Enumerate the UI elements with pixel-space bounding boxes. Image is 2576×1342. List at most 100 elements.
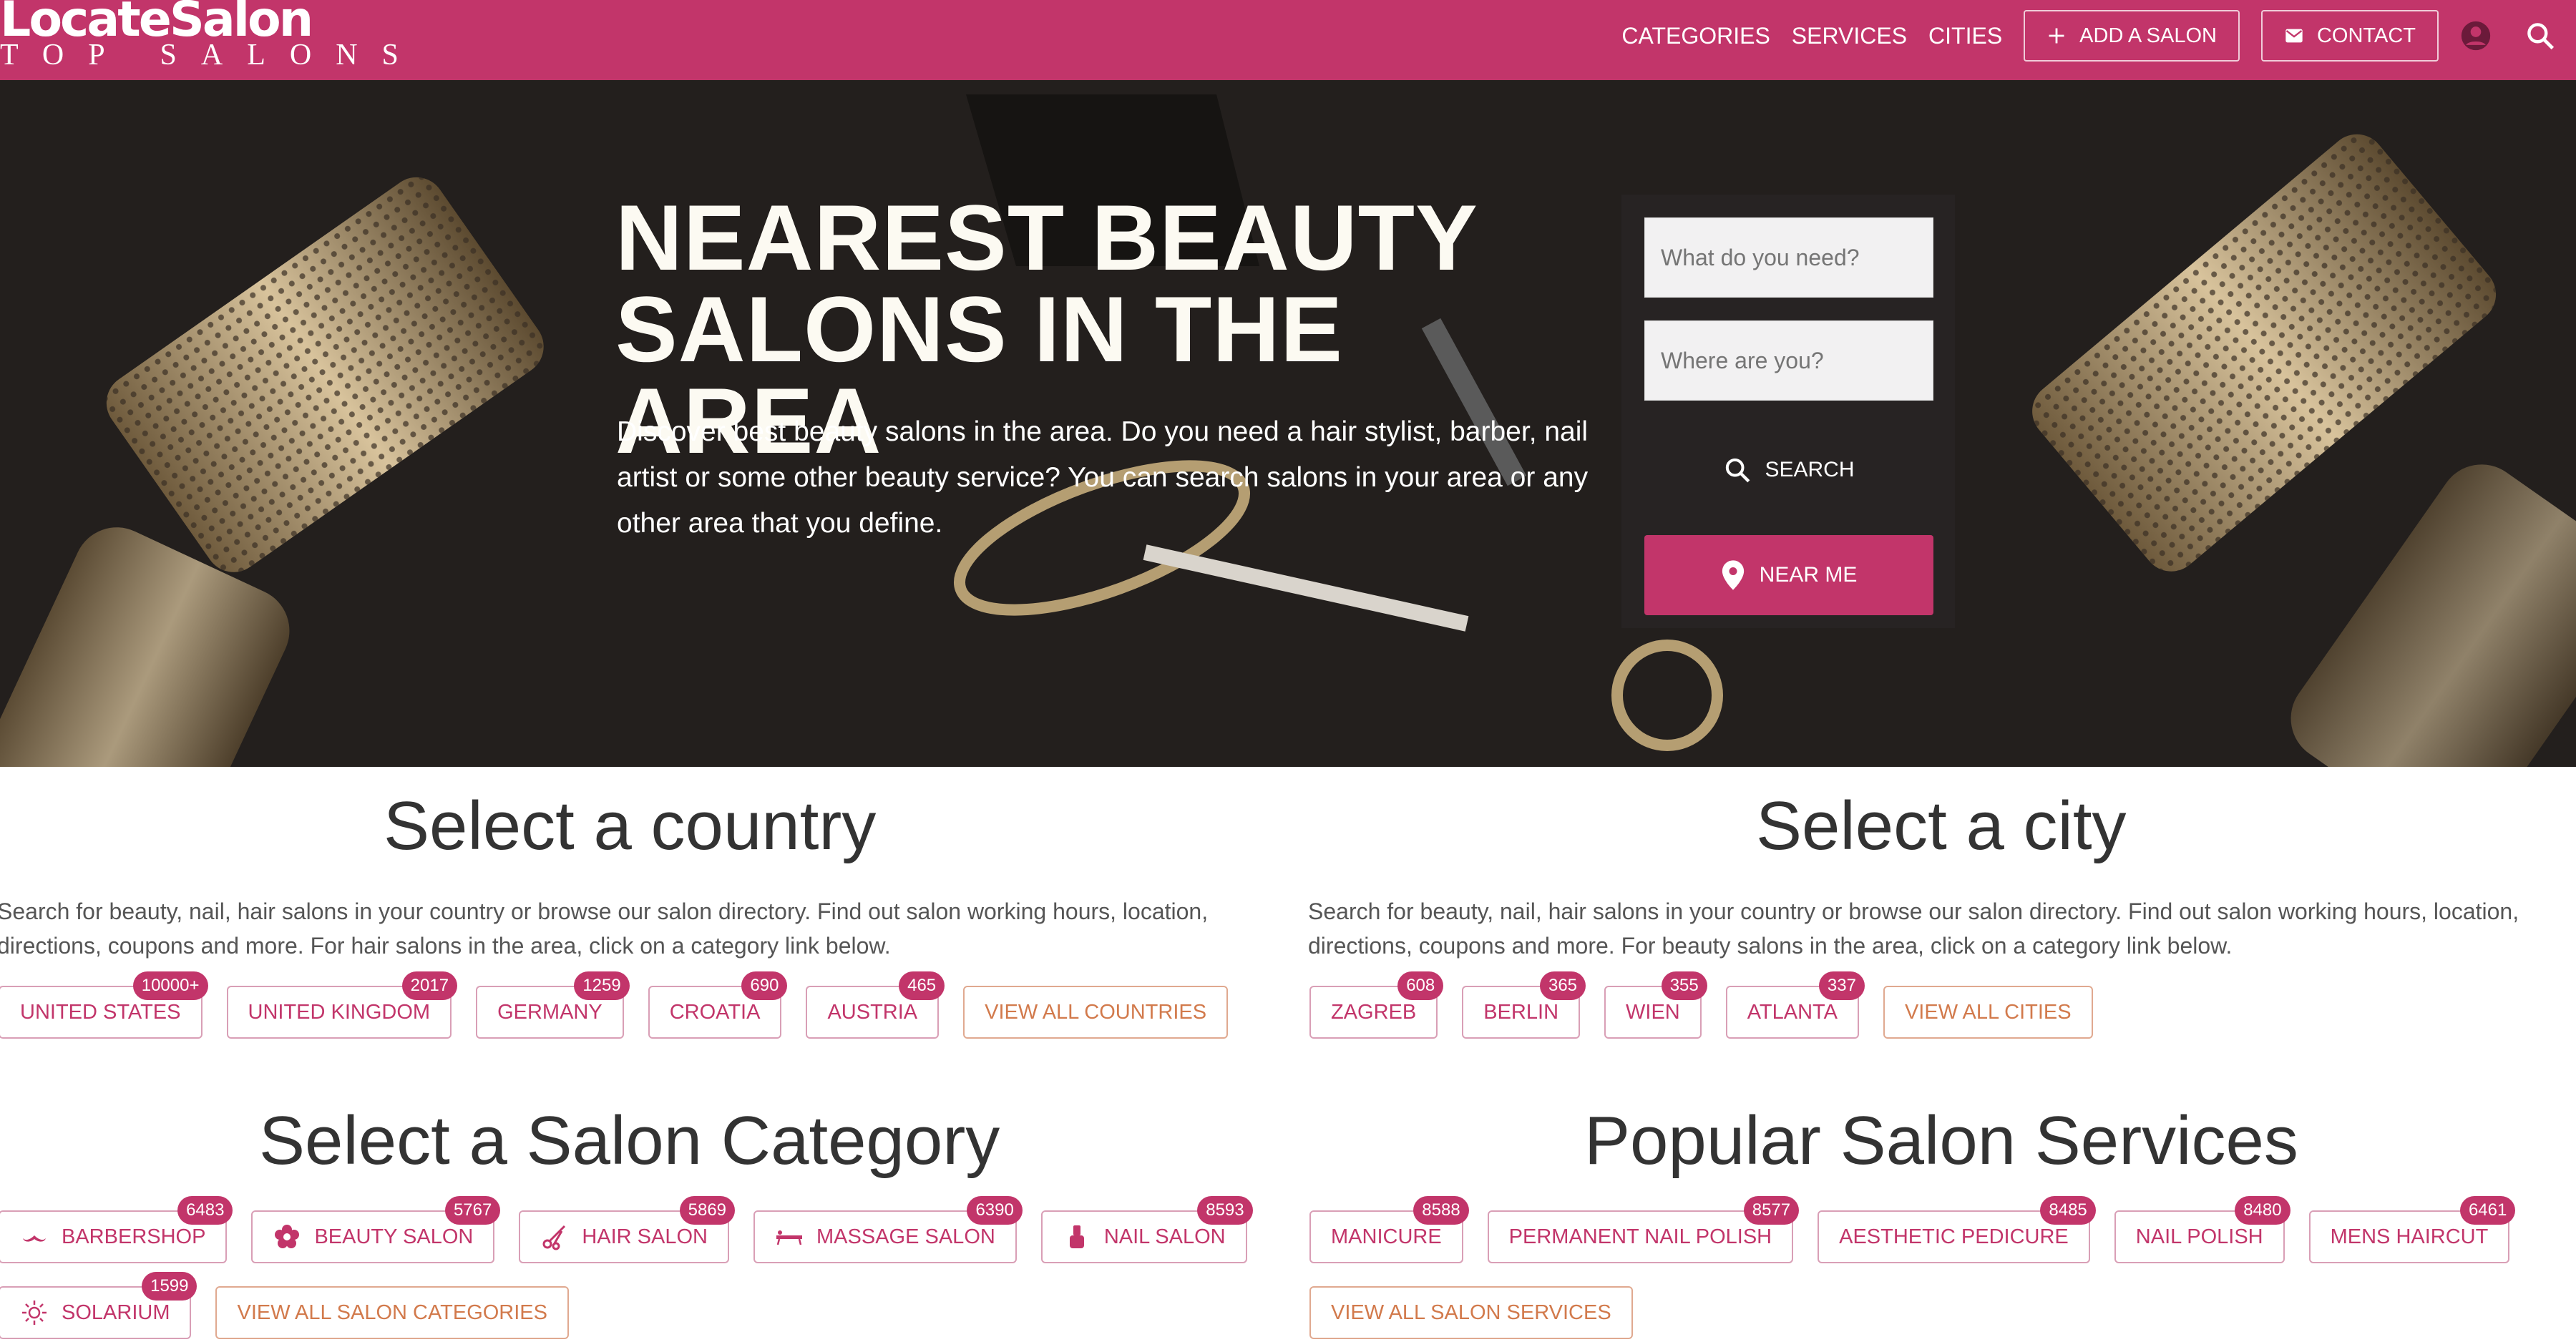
nav-cities[interactable]: CITIES	[1928, 23, 2002, 49]
search-icon	[1726, 458, 1750, 483]
service-chip-nail-polish[interactable]: NAIL POLISH 8480	[2114, 1196, 2290, 1263]
chip-label: ATLANTA	[1747, 1000, 1838, 1024]
where-input[interactable]	[1644, 320, 1933, 401]
country-section-description: Search for beauty, nail, hair salons in …	[0, 898, 1209, 959]
site-logo[interactable]: LocateSalon TOP SALONS	[0, 0, 423, 70]
view-all-categories-button[interactable]: VIEW ALL SALON CATEGORIES	[215, 1286, 569, 1339]
category-chip-list: BARBERSHOP 6483 BEAUTY SALON 5767 HAIR SAL…	[0, 1196, 1272, 1263]
chip-label: AUSTRIA	[827, 1000, 918, 1024]
country-chip-croatia[interactable]: CROATIA 690	[648, 971, 788, 1039]
category-chip-massage-salon[interactable]: MASSAGE SALON 6390	[753, 1196, 1023, 1263]
search-button[interactable]: SEARCH	[1644, 431, 1933, 509]
chip-label: PERMANENT NAIL POLISH	[1508, 1225, 1772, 1248]
country-chip-united-kingdom[interactable]: UNITED KINGDOM 2017	[226, 971, 458, 1039]
count-badge: 8577	[1743, 1196, 1800, 1225]
chip-label: AESTHETIC PEDICURE	[1839, 1225, 2069, 1248]
count-badge: 2017	[401, 971, 458, 1000]
chip-label: BERLIN	[1483, 1000, 1559, 1024]
count-badge: 365	[1539, 971, 1586, 1000]
chip-label: WIEN	[1626, 1000, 1680, 1024]
top-navbar: LocateSalon TOP SALONS CATEGORIES SERVIC…	[0, 0, 2576, 80]
count-badge: 8588	[1413, 1196, 1469, 1225]
hero-description: Discover best beauty salons in the area.…	[617, 416, 1589, 539]
add-salon-label: ADD A SALON	[2079, 24, 2217, 47]
count-badge: 8485	[2040, 1196, 2096, 1225]
city-section-title: Select a city	[1756, 788, 2127, 864]
chip-label: GERMANY	[497, 1000, 602, 1024]
country-chip-germany[interactable]: GERMANY 1259	[476, 971, 630, 1039]
flower-icon	[275, 1225, 300, 1248]
contact-label: CONTACT	[2316, 24, 2416, 47]
sun-icon	[22, 1301, 47, 1325]
count-badge: 337	[1818, 971, 1865, 1000]
mail-icon	[2285, 29, 2303, 43]
category-section-title: Select a Salon Category	[259, 1102, 1000, 1179]
account-button[interactable]	[2460, 20, 2492, 52]
chip-label: MASSAGE SALON	[816, 1225, 995, 1248]
count-badge: 1259	[574, 971, 630, 1000]
scissors-icon	[542, 1225, 566, 1250]
count-badge: 10000+	[132, 971, 208, 1000]
chip-label: UNITED KINGDOM	[248, 1000, 431, 1024]
category-chip-list-row2: SOLARIUM 1599 VIEW ALL SALON CATEGORIES	[0, 1272, 593, 1339]
service-chip-manicure[interactable]: MANICURE 8588	[1309, 1196, 1469, 1263]
search-label: SEARCH	[1765, 458, 1855, 481]
nav-search-button[interactable]	[2524, 20, 2556, 52]
nav-services[interactable]: SERVICES	[1792, 23, 1907, 49]
service-chip-aesthetic-pedicure[interactable]: AESTHETIC PEDICURE 8485	[1818, 1196, 2096, 1263]
country-chip-list: UNITED STATES 10000+ UNITED KINGDOM 2017 G…	[0, 971, 1252, 1039]
chip-label: HAIR SALON	[582, 1225, 708, 1248]
count-badge: 8593	[1197, 1196, 1253, 1225]
category-chip-barbershop[interactable]: BARBERSHOP 6483	[0, 1196, 233, 1263]
count-badge: 690	[741, 971, 788, 1000]
chip-label: VIEW ALL SALON CATEGORIES	[237, 1301, 547, 1324]
category-chip-beauty-salon[interactable]: BEAUTY SALON 5767	[251, 1196, 501, 1263]
chip-label: MANICURE	[1331, 1225, 1442, 1248]
chip-label: ZAGREB	[1331, 1000, 1417, 1024]
country-chip-austria[interactable]: AUSTRIA 465	[806, 971, 945, 1039]
city-chip-atlanta[interactable]: ATLANTA 337	[1725, 971, 1865, 1039]
near-me-button[interactable]: NEAR ME	[1644, 535, 1933, 615]
country-section-title: Select a country	[384, 788, 877, 864]
category-chip-solarium[interactable]: SOLARIUM 1599	[0, 1272, 197, 1339]
service-chip-permanent-nail-polish[interactable]: PERMANENT NAIL POLISH 8577	[1487, 1196, 1800, 1263]
logo-tagline: TOP SALONS	[0, 39, 423, 72]
view-all-services-button[interactable]: VIEW ALL SALON SERVICES	[1309, 1286, 1633, 1339]
count-badge: 465	[899, 971, 945, 1000]
nav-links: CATEGORIES SERVICES CITIES ADD A SALON C…	[1621, 0, 2576, 72]
count-badge: 5869	[679, 1196, 736, 1225]
view-all-cities-button[interactable]: VIEW ALL CITIES	[1883, 986, 2093, 1039]
count-badge: 6483	[177, 1196, 233, 1225]
service-chip-mens-haircut[interactable]: MENS HAIRCUT 6461	[2308, 1196, 2516, 1263]
search-panel: SEARCH NEAR ME	[1621, 195, 1955, 628]
contact-button[interactable]: CONTACT	[2260, 10, 2439, 62]
view-all-countries-button[interactable]: VIEW ALL COUNTRIES	[963, 986, 1229, 1039]
chip-label: SOLARIUM	[62, 1301, 170, 1324]
services-section-title: Popular Salon Services	[1584, 1102, 2298, 1179]
count-badge: 355	[1661, 971, 1707, 1000]
city-chip-list: ZAGREB 608 BERLIN 365 WIEN 355 ATLANTA 337 V…	[1309, 971, 2117, 1039]
add-salon-button[interactable]: ADD A SALON	[2024, 10, 2240, 62]
city-section-description: Search for beauty, nail, hair salons in …	[1308, 898, 2519, 959]
country-chip-united-states[interactable]: UNITED STATES 10000+	[0, 971, 208, 1039]
category-chip-hair-salon[interactable]: HAIR SALON 5869	[519, 1196, 736, 1263]
services-chip-list-row2: VIEW ALL SALON SERVICES	[1309, 1286, 1657, 1339]
logo-name: LocateSalon	[0, 0, 313, 48]
category-chip-nail-salon[interactable]: NAIL SALON 8593	[1040, 1196, 1253, 1263]
mustache-icon	[23, 1235, 46, 1242]
count-badge: 5767	[444, 1196, 501, 1225]
city-chip-berlin[interactable]: BERLIN 365	[1462, 971, 1586, 1039]
chip-label: BARBERSHOP	[62, 1225, 206, 1248]
chip-label: NAIL POLISH	[2135, 1225, 2263, 1248]
count-badge: 608	[1397, 971, 1444, 1000]
chip-label: VIEW ALL COUNTRIES	[985, 1000, 1207, 1024]
search-icon	[2527, 23, 2555, 50]
nav-categories[interactable]: CATEGORIES	[1621, 23, 1770, 49]
massage-table-icon	[776, 1230, 803, 1245]
near-me-label: NEAR ME	[1759, 563, 1858, 587]
chip-label: VIEW ALL CITIES	[1904, 1000, 2072, 1024]
count-badge: 6390	[967, 1196, 1023, 1225]
city-chip-zagreb[interactable]: ZAGREB 608	[1309, 971, 1444, 1039]
city-chip-wien[interactable]: WIEN 355	[1604, 971, 1707, 1039]
what-input[interactable]	[1644, 217, 1933, 298]
